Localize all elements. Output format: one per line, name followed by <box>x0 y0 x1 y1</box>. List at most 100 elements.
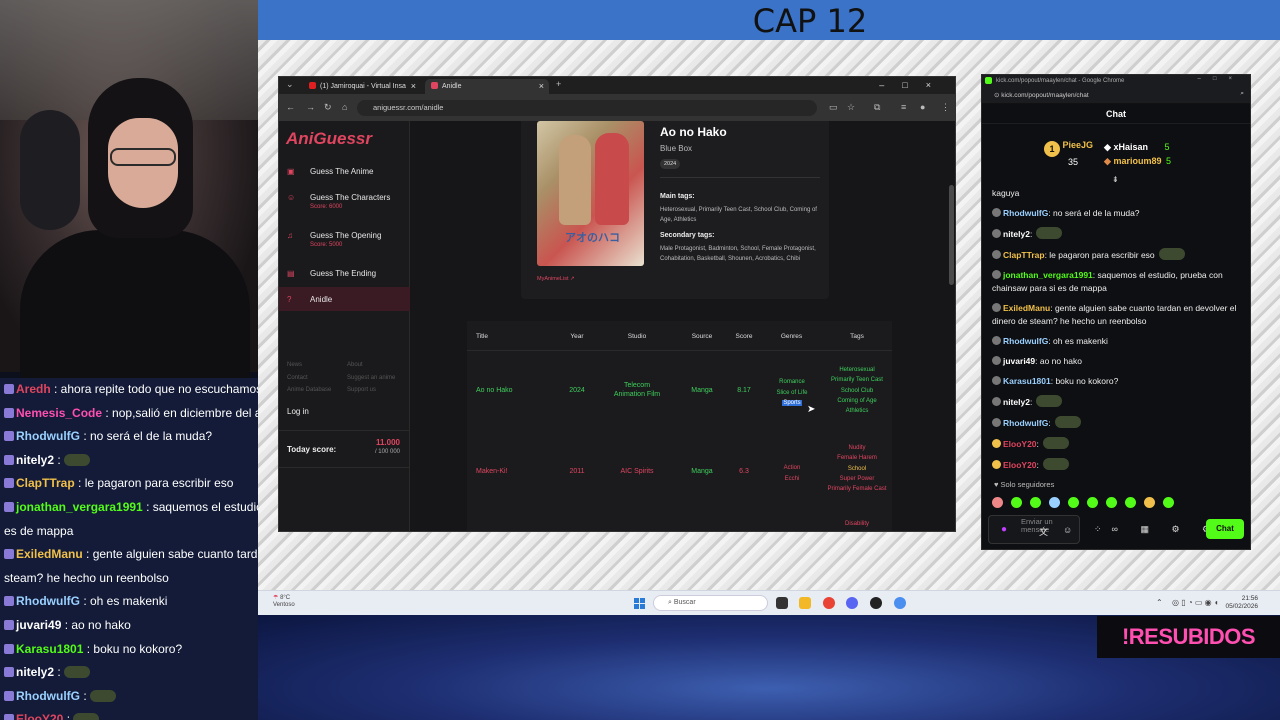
sidebar-item-guess-ending[interactable]: ▤ Guess The Ending <box>279 269 410 278</box>
media-icon[interactable]: ≡ <box>901 102 906 112</box>
collapse-icon[interactable]: ⇟ <box>1112 175 1119 184</box>
footer-links: News About Contact Suggest an anime Anime … <box>287 359 407 397</box>
chat-username[interactable]: Karasu1801 <box>1003 376 1051 386</box>
home-icon[interactable]: ⌂ <box>342 102 347 112</box>
chat-username[interactable]: ElooY20 <box>1003 439 1037 449</box>
sidebar-item-label: Guess The Anime <box>310 167 374 176</box>
link-suggest-anime[interactable]: Suggest an anime <box>347 372 407 385</box>
leaderboard-first: 1 PieeJG 35 <box>1044 140 1093 167</box>
windows-start-icon[interactable] <box>634 598 645 609</box>
taskbar-search[interactable]: ⌕ Buscar <box>653 595 768 611</box>
link-about[interactable]: About <box>347 359 407 372</box>
anime-cover-image: アオのハコ <box>537 121 644 266</box>
chat-username[interactable]: RhodwulfG <box>1003 208 1048 218</box>
login-link[interactable]: Log in <box>287 407 309 416</box>
sidebar-item-score: Score: 6000 <box>310 204 343 210</box>
send-chat-button[interactable]: Chat <box>1206 519 1244 539</box>
bookmark-star-icon[interactable]: ☆ <box>847 102 855 113</box>
chat-username[interactable]: ElooY20 <box>1003 460 1037 470</box>
chat-username[interactable]: RhodwulfG <box>1003 336 1048 346</box>
chat-username[interactable]: ExiledManu <box>1003 303 1050 313</box>
tab-anidle[interactable]: Anidle × <box>425 79 549 94</box>
chat-text: : le pagaron para escribir eso <box>74 476 234 491</box>
aniguessr-favicon <box>431 82 438 89</box>
emote-icon <box>1042 437 1069 449</box>
sidebar-item-guess-characters[interactable]: ☺ Guess The Characters Score: 6000 <box>279 193 410 210</box>
user-badge-icon <box>4 596 14 607</box>
page-scrollbar[interactable] <box>949 185 954 285</box>
link-contact[interactable]: Contact <box>287 372 347 385</box>
chat-username[interactable]: ClapTTrap <box>1003 250 1045 260</box>
window-controls[interactable]: –□× <box>1198 76 1244 82</box>
tab-list-icon[interactable]: ⌄ <box>286 79 294 90</box>
table-row: Ao no Hako 2024 Telecom Animation Film M… <box>467 363 892 433</box>
chat-username: RhodwulfG <box>16 594 80 609</box>
stream-chat-line: RhodwulfG : <box>0 685 258 709</box>
forward-icon[interactable]: → <box>306 102 315 112</box>
chat-input[interactable]: ● Enviar un mensaje 文 ☺ <box>988 515 1080 544</box>
chat-username[interactable]: nitely2 <box>1003 229 1030 239</box>
profile-icon[interactable]: ● <box>920 102 925 112</box>
back-icon[interactable]: ← <box>286 102 295 112</box>
sidebar-item-label: Guess The Opening <box>310 231 382 240</box>
browser-window: ⌄ (1) Jamiroquai - Virtual Insa × Anidle… <box>278 76 956 532</box>
myanimelist-link[interactable]: MyAnimeList ↗ <box>537 276 575 282</box>
sidebar-item-guess-opening[interactable]: ♫ Guess The Opening Score: 5000 <box>279 231 410 248</box>
obs-icon[interactable] <box>870 597 882 609</box>
anime-alt-title: Blue Box <box>660 144 693 153</box>
sidebar-item-anidle[interactable]: ? Anidle <box>279 287 410 311</box>
close-tab-icon[interactable]: × <box>539 81 544 91</box>
url-field[interactable]: aniguessr.com/anidle <box>357 100 817 116</box>
sidebar-item-label: Guess The Ending <box>310 269 377 278</box>
close-tab-icon[interactable]: × <box>411 81 416 91</box>
link-anime-database[interactable]: Anime Database <box>287 384 347 397</box>
chat-username[interactable]: RhodwulfG <box>1003 418 1048 428</box>
header-tags: Tags <box>850 333 864 340</box>
menu-icon[interactable]: ⋮ <box>941 102 950 113</box>
leader-count: 5 <box>1165 156 1171 166</box>
chat-toolbar-icons[interactable]: ⁘∞ ▦ ⚙ ⚙ <box>1094 524 1220 535</box>
chat-username[interactable]: juvari49 <box>1003 356 1035 366</box>
tag-item: Primarily Female Cast <box>827 486 887 493</box>
link-news[interactable]: News <box>287 359 347 372</box>
chat-username: nitely2 <box>16 452 55 467</box>
chat-username[interactable]: nitely2 <box>1003 397 1030 407</box>
bronze-rank-icon: ◆ <box>1104 156 1111 166</box>
tab-youtube-label: (1) Jamiroquai - Virtual Insa <box>320 83 406 90</box>
install-icon[interactable]: ▭ <box>829 102 838 113</box>
emoji-icon[interactable]: ☺ <box>1063 525 1072 535</box>
reload-icon[interactable]: ↻ <box>324 102 332 113</box>
tray-icons[interactable]: ◎ ▯ ◔ ▭ ◉ ◖ <box>1172 598 1219 607</box>
mic-icon[interactable]: ● <box>1001 524 1007 535</box>
extensions-icon[interactable]: ⧉ <box>874 102 880 113</box>
tab-bar: ⌄ (1) Jamiroquai - Virtual Insa × Anidle… <box>279 77 955 94</box>
app-icon[interactable] <box>894 597 906 609</box>
emote-bar[interactable] <box>992 495 1192 508</box>
tab-youtube[interactable]: (1) Jamiroquai - Virtual Insa × <box>303 79 421 94</box>
anime-year-badge: 2024 <box>660 159 681 169</box>
today-score-value: 11.000 <box>375 438 400 447</box>
zoom-icon[interactable]: ⌕ <box>1240 90 1244 98</box>
user-badge-icon <box>4 667 14 678</box>
genre-tag: Ecchi <box>784 475 800 482</box>
followers-only-notice: ♥ Solo seguidores <box>994 480 1054 489</box>
chat-text: : boku no kokoro? <box>83 641 183 656</box>
file-explorer-icon[interactable] <box>799 597 811 609</box>
user-badge-icon <box>992 270 1001 279</box>
translate-icon[interactable]: 文 <box>1039 525 1048 538</box>
chat-username[interactable]: jonathan_vergara1991 <box>1003 270 1093 280</box>
discord-icon[interactable] <box>846 597 858 609</box>
task-view-icon[interactable] <box>776 597 788 609</box>
sidebar-item-guess-anime[interactable]: ▣ Guess The Anime <box>279 167 410 176</box>
weather-widget[interactable]: ☂ 8°C Ventoso <box>273 595 295 609</box>
chat-text: : no será el de la muda? <box>79 429 213 444</box>
new-tab-icon[interactable]: + <box>556 79 561 89</box>
chrome-icon[interactable] <box>823 597 835 609</box>
resubidos-banner: !RESUBIDOS <box>1097 616 1280 658</box>
window-controls[interactable]: –□× <box>879 80 949 90</box>
chat-message: nitely2: <box>982 227 1252 241</box>
site-logo[interactable]: AniGuessr <box>286 129 372 149</box>
clock[interactable]: 21:56 05/02/2026 <box>1225 595 1258 611</box>
link-support-us[interactable]: Support us <box>347 384 407 397</box>
tray-chevron-icon[interactable]: ⌃ <box>1156 598 1163 607</box>
